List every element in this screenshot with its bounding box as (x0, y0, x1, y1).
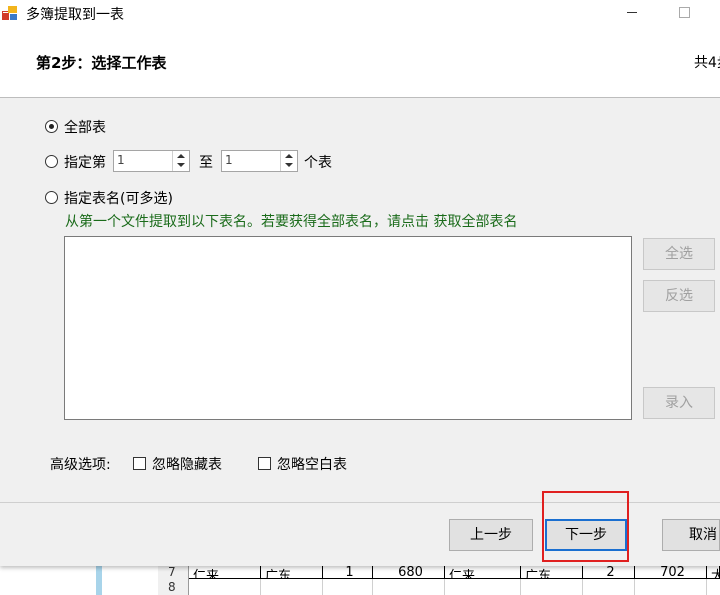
sheet-cell[interactable]: 1 (323, 565, 373, 579)
sheet-cell[interactable] (373, 579, 445, 595)
ignore-hidden-label[interactable]: 忽略隐藏表 (152, 454, 222, 474)
up-arrow-icon[interactable] (285, 154, 293, 158)
wizard-dialog: 多簿提取到一表 第2步：选择工作表 共4步 全部表 指定第 1 至 1 个表 指… (0, 0, 720, 566)
sheet-cell[interactable]: 仁来 (445, 565, 521, 579)
title-bar[interactable]: 多簿提取到一表 (0, 0, 720, 26)
all-sheets-label[interactable]: 全部表 (64, 117, 106, 137)
unit-label: 个表 (304, 155, 332, 171)
sheet-cell[interactable] (261, 579, 323, 595)
from-sheet-stepper[interactable]: 1 (113, 150, 190, 172)
step-count: 共4步 (694, 55, 720, 71)
sheet-cell[interactable] (445, 579, 521, 595)
ignore-blank-label[interactable]: 忽略空白表 (277, 454, 347, 474)
up-arrow-icon[interactable] (177, 154, 185, 158)
sheet-row-header: 7 8 (158, 565, 189, 595)
cancel-button[interactable]: 取消 (662, 519, 720, 551)
all-sheets-radio[interactable] (45, 120, 58, 133)
sheet-cell[interactable] (583, 579, 635, 595)
row-number: 7 (168, 565, 176, 579)
sheet-cell[interactable]: 680 (373, 565, 445, 579)
sheet-names-list[interactable] (64, 236, 632, 420)
from-sheet-value: 1 (117, 153, 125, 167)
enter-button[interactable]: 录入 (643, 387, 715, 419)
sheet-cell[interactable] (521, 579, 583, 595)
window-title: 多簿提取到一表 (26, 7, 124, 23)
ignore-hidden-checkbox[interactable] (133, 457, 146, 470)
to-sheet-value: 1 (225, 153, 233, 167)
ignore-blank-checkbox[interactable] (258, 457, 271, 470)
sheet-names-hint[interactable]: 从第一个文件提取到以下表名。若要获得全部表名，请点击 获取全部表名 (65, 211, 517, 231)
background-spreadsheet: 7 8 仁来 广东 1 680 仁来 广东 2 702 大 (0, 565, 720, 595)
to-label: 至 (199, 155, 213, 171)
specify-nth-radio[interactable] (45, 155, 58, 168)
app-icon (2, 6, 17, 20)
row-number: 8 (168, 580, 176, 594)
sheet-cell[interactable] (635, 579, 707, 595)
down-arrow-icon[interactable] (177, 163, 185, 167)
minimize-icon[interactable] (622, 2, 642, 22)
specify-names-radio[interactable] (45, 191, 58, 204)
prev-step-button[interactable]: 上一步 (449, 519, 533, 551)
down-arrow-icon[interactable] (285, 163, 293, 167)
to-sheet-stepper[interactable]: 1 (221, 150, 298, 172)
sheet-cell[interactable] (189, 579, 261, 595)
sheet-cell[interactable]: 2 (583, 565, 635, 579)
wizard-header: 第2步：选择工作表 共4步 (0, 26, 720, 98)
annotation-highlight-box (542, 491, 629, 562)
sheet-cell[interactable]: 702 (635, 565, 707, 579)
sheet-sidebar-strip (96, 565, 102, 595)
sheet-cell[interactable] (323, 579, 373, 595)
sheet-cell[interactable]: 广东 (261, 565, 323, 579)
select-all-button[interactable]: 全选 (643, 238, 715, 270)
sheet-cell[interactable]: 大 (707, 565, 720, 579)
stepper-arrows[interactable] (172, 151, 189, 171)
advanced-options-label: 高级选项: (50, 457, 111, 473)
specify-names-label[interactable]: 指定表名(可多选) (64, 188, 173, 208)
step-title: 第2步：选择工作表 (36, 54, 167, 72)
stepper-arrows[interactable] (280, 151, 297, 171)
sheet-cell[interactable]: 广东 (521, 565, 583, 579)
maximize-icon[interactable] (674, 2, 694, 22)
sheet-cell[interactable]: 仁来 (189, 565, 261, 579)
invert-selection-button[interactable]: 反选 (643, 280, 715, 312)
specify-nth-label[interactable]: 指定第 (64, 152, 106, 172)
